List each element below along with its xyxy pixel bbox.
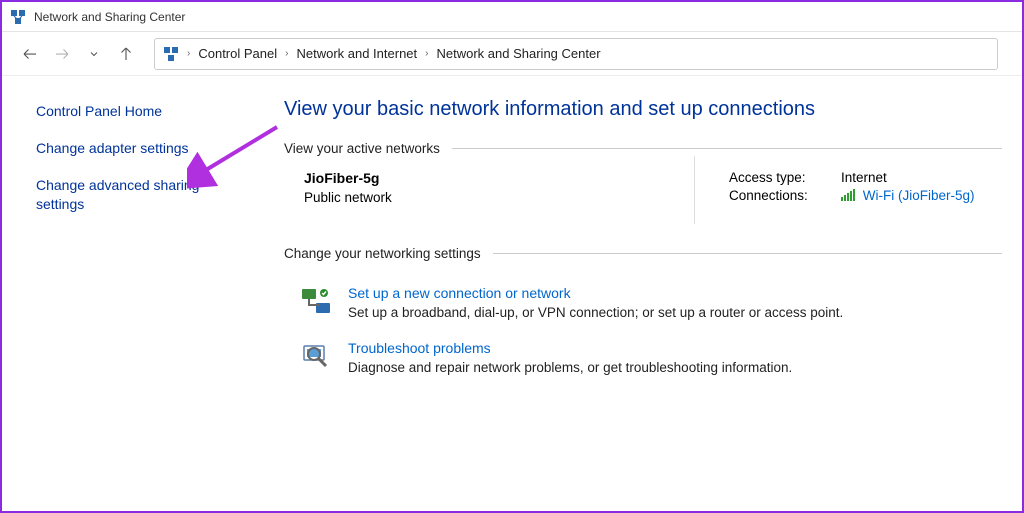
up-button[interactable] bbox=[112, 40, 140, 68]
section-change-settings: Change your networking settings bbox=[284, 246, 1002, 261]
access-type-value: Internet bbox=[841, 170, 887, 185]
wifi-signal-icon bbox=[841, 189, 855, 204]
titlebar: Network and Sharing Center bbox=[2, 2, 1022, 32]
network-name: JioFiber-5g bbox=[304, 170, 694, 186]
address-bar[interactable]: › Control Panel › Network and Internet ›… bbox=[154, 38, 998, 70]
setup-connection-link[interactable]: Set up a new connection or network bbox=[348, 285, 843, 301]
connections-label: Connections: bbox=[729, 188, 829, 204]
change-advanced-sharing-link[interactable]: Change advanced sharing settings bbox=[36, 176, 250, 214]
breadcrumb-item[interactable]: Network and Sharing Center bbox=[437, 46, 601, 61]
breadcrumb-item[interactable]: Network and Internet bbox=[296, 46, 417, 61]
network-details: Access type: Internet Connections: Wi-Fi… bbox=[695, 170, 975, 216]
setup-connection-icon bbox=[300, 285, 332, 317]
troubleshoot-desc: Diagnose and repair network problems, or… bbox=[348, 360, 792, 375]
section-label: Change your networking settings bbox=[284, 246, 481, 261]
section-label: View your active networks bbox=[284, 141, 440, 156]
chevron-right-icon[interactable]: › bbox=[185, 48, 192, 59]
connection-link[interactable]: Wi-Fi (JioFiber-5g) bbox=[863, 188, 975, 203]
page-heading: View your basic network information and … bbox=[284, 98, 1002, 121]
forward-button[interactable] bbox=[48, 40, 76, 68]
window-title: Network and Sharing Center bbox=[34, 10, 185, 24]
network-identity: JioFiber-5g Public network bbox=[304, 170, 694, 216]
horizontal-rule bbox=[452, 148, 1002, 149]
breadcrumb-item[interactable]: Control Panel bbox=[198, 46, 277, 61]
main-panel: View your basic network information and … bbox=[272, 76, 1022, 511]
network-center-icon bbox=[163, 46, 179, 62]
sidebar: Control Panel Home Change adapter settin… bbox=[2, 76, 272, 511]
section-active-networks: View your active networks bbox=[284, 141, 1002, 156]
recent-locations-dropdown[interactable] bbox=[80, 40, 108, 68]
troubleshoot-item: Troubleshoot problems Diagnose and repai… bbox=[284, 330, 1002, 385]
control-panel-home-link[interactable]: Control Panel Home bbox=[36, 102, 250, 121]
setup-connection-item: Set up a new connection or network Set u… bbox=[284, 275, 1002, 330]
network-category: Public network bbox=[304, 190, 694, 205]
chevron-right-icon[interactable]: › bbox=[423, 48, 430, 59]
network-center-icon bbox=[10, 9, 26, 25]
troubleshoot-icon bbox=[300, 340, 332, 372]
horizontal-rule bbox=[493, 253, 1002, 254]
active-network-block: JioFiber-5g Public network Access type: … bbox=[284, 170, 1002, 216]
chevron-right-icon[interactable]: › bbox=[283, 48, 290, 59]
back-button[interactable] bbox=[16, 40, 44, 68]
access-type-label: Access type: bbox=[729, 170, 829, 185]
change-adapter-settings-link[interactable]: Change adapter settings bbox=[36, 139, 250, 158]
content-body: Control Panel Home Change adapter settin… bbox=[2, 76, 1022, 511]
navigation-row: › Control Panel › Network and Internet ›… bbox=[2, 32, 1022, 76]
setup-connection-desc: Set up a broadband, dial-up, or VPN conn… bbox=[348, 305, 843, 320]
troubleshoot-link[interactable]: Troubleshoot problems bbox=[348, 340, 792, 356]
